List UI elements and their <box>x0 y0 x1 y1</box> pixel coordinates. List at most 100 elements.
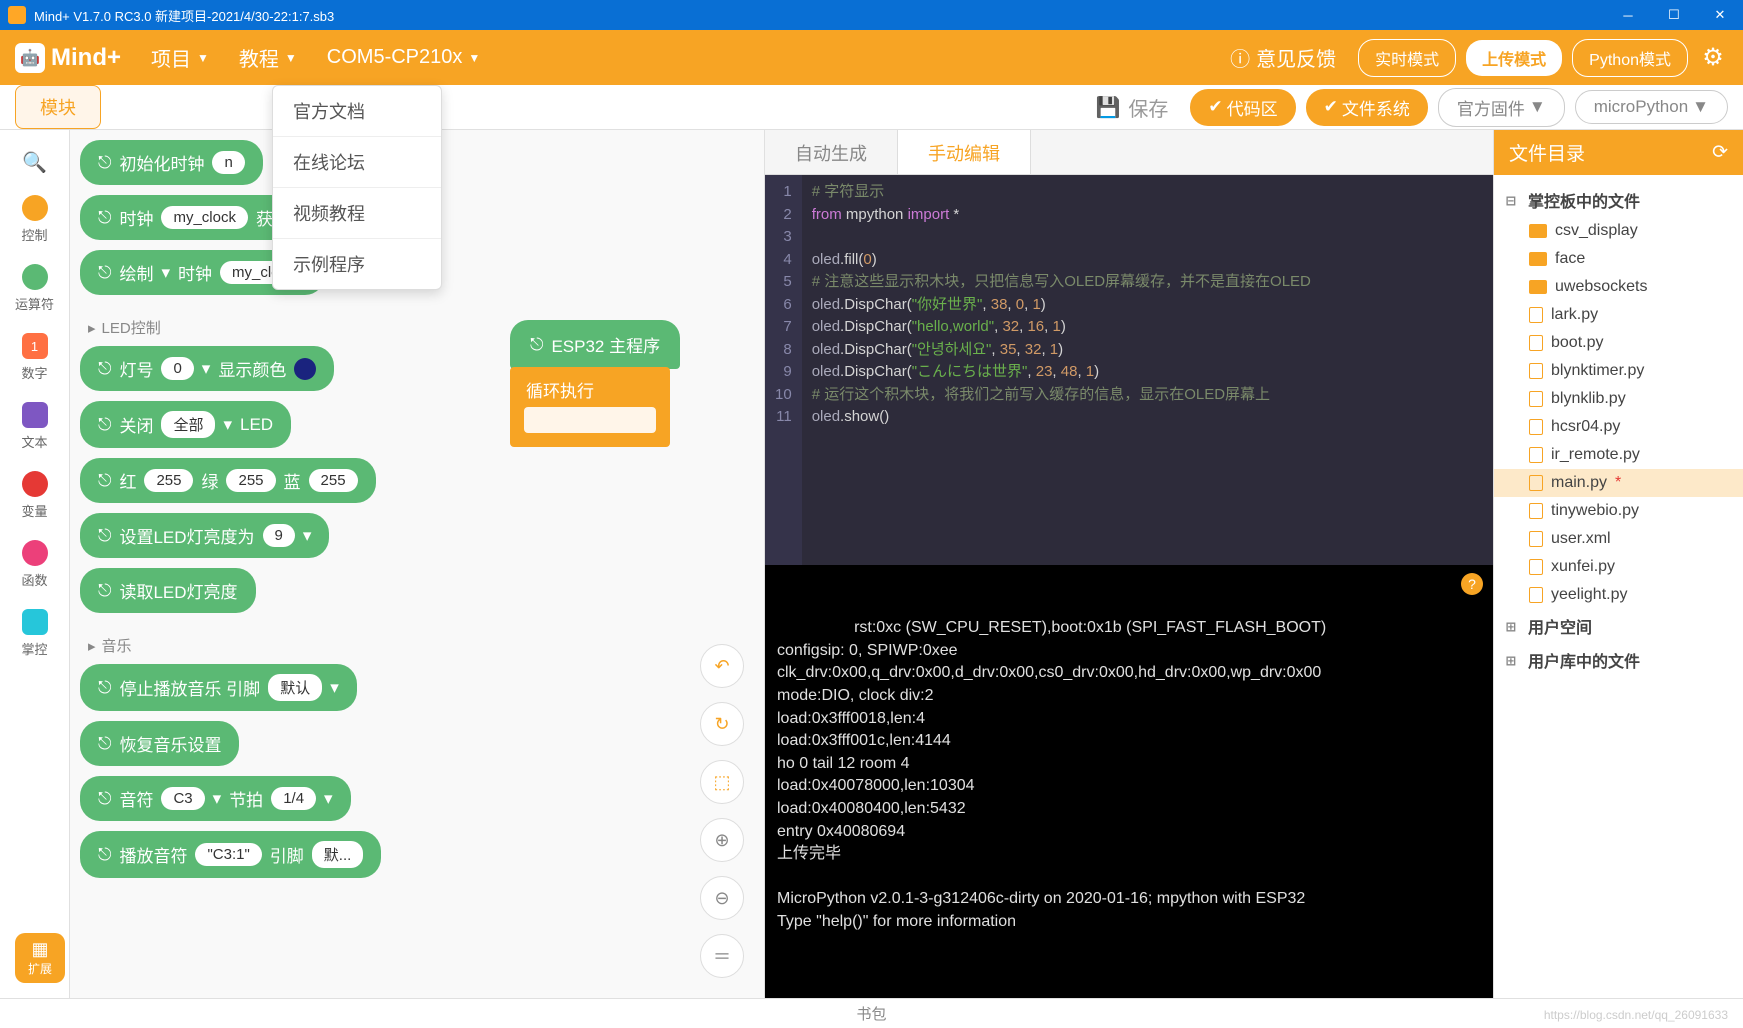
feedback-link[interactable]: ⓘ意见反馈 <box>1230 43 1336 72</box>
block-init-clock[interactable]: ⎋ 初始化时钟 n <box>80 140 263 185</box>
search-icon: 🔍 <box>22 150 47 175</box>
zoom-out-button[interactable]: ⊖ <box>700 876 744 920</box>
tree-file[interactable]: blynktimer.py <box>1494 357 1743 385</box>
loop-block[interactable]: 循环执行 <box>510 367 670 447</box>
block-set-brightness[interactable]: ⎋ 设置LED灯亮度为 9▾ <box>80 513 329 558</box>
info-icon: ⓘ <box>1230 43 1250 72</box>
canvas[interactable]: ⎋ ESP32 主程序 循环执行 <box>510 320 680 447</box>
save-icon: 💾 <box>1095 95 1120 120</box>
tab-manual[interactable]: 手动编辑 <box>898 130 1031 174</box>
mode-upload[interactable]: 上传模式 <box>1466 40 1562 76</box>
menu-project[interactable]: 项目▼ <box>151 43 209 72</box>
dropdown-forum[interactable]: 在线论坛 <box>273 137 441 188</box>
logo-icon: 🤖 <box>15 43 45 73</box>
terminal[interactable]: ? rst:0xc (SW_CPU_RESET),boot:0x1b (SPI_… <box>765 565 1493 998</box>
titlebar-text: Mind+ V1.7.0 RC3.0 新建项目-2021/4/30-22:1:7… <box>34 6 1605 25</box>
tree-file[interactable]: main.py * <box>1494 469 1743 497</box>
block-led-num[interactable]: ⎋ 灯号 0▾ 显示颜色 <box>80 346 334 391</box>
undo-button[interactable]: ↶ <box>700 644 744 688</box>
color-dot[interactable] <box>294 358 316 380</box>
code-lines[interactable]: # 字符显示 from mpython import * oled.fill(0… <box>802 175 1321 565</box>
file-panel: 文件目录 ⟳ ⊟ 掌控板中的文件csv_displayfaceuwebsocke… <box>1493 130 1743 998</box>
dropdown-video[interactable]: 视频教程 <box>273 188 441 239</box>
cat-functions[interactable]: 函数 <box>0 530 69 599</box>
category-bar: 🔍 控制 运算符 1数字 文本 变量 函数 掌控 <box>0 130 70 998</box>
close-button[interactable]: ✕ <box>1697 0 1743 30</box>
folder-icon <box>1529 252 1547 266</box>
runtime-select[interactable]: microPython▼ <box>1575 90 1728 124</box>
cat-board[interactable]: 掌控 <box>0 599 69 668</box>
block-read-brightness[interactable]: ⎋ 读取LED灯亮度 <box>80 568 256 613</box>
maximize-button[interactable]: ☐ <box>1651 0 1697 30</box>
tree-file[interactable]: boot.py <box>1494 329 1743 357</box>
cat-text[interactable]: 文本 <box>0 392 69 461</box>
tree-file[interactable]: tinywebio.py <box>1494 497 1743 525</box>
menubar: 🤖 Mind+ 项目▼ 教程▼ COM5-CP210x▼ ⓘ意见反馈 实时模式 … <box>0 30 1743 85</box>
tree-file[interactable]: blynklib.py <box>1494 385 1743 413</box>
zoom-in-button[interactable]: ⊕ <box>700 818 744 862</box>
right-panel: 自动生成 手动编辑 1234567891011 # 字符显示 from mpyt… <box>765 130 1743 998</box>
canvas-controls: ↶ ↻ ⬚ ⊕ ⊖ ＝ <box>700 644 744 978</box>
block-note[interactable]: ⎋ 音符 C3▾ 节拍 1/4▾ <box>80 776 351 821</box>
file-icon <box>1529 475 1543 491</box>
cat-number[interactable]: 1数字 <box>0 323 69 392</box>
terminal-help-icon[interactable]: ? <box>1461 573 1483 595</box>
extension-button[interactable]: ▦扩展 <box>15 933 65 983</box>
file-icon <box>1529 335 1543 351</box>
tree-file[interactable]: xunfei.py <box>1494 553 1743 581</box>
footer[interactable]: 书包 <box>0 998 1743 1028</box>
tree-file[interactable]: ir_remote.py <box>1494 441 1743 469</box>
block-stop-music[interactable]: ⎋ 停止播放音乐 引脚 默认▾ <box>80 664 357 711</box>
watermark: https://blog.csdn.net/qq_26091633 <box>1544 1008 1728 1022</box>
code-tabs: 自动生成 手动编辑 <box>765 130 1493 175</box>
redo-button[interactable]: ↻ <box>700 702 744 746</box>
file-icon <box>1529 587 1543 603</box>
block-play-note[interactable]: ⎋ 播放音符 "C3:1" 引脚 默... <box>80 831 381 878</box>
tree-root[interactable]: ⊟ 掌控板中的文件 <box>1494 183 1743 217</box>
menu-port[interactable]: COM5-CP210x▼ <box>327 46 481 69</box>
cat-operators[interactable]: 运算符 <box>0 254 69 323</box>
tree-file[interactable]: hcsr04.py <box>1494 413 1743 441</box>
mode-python[interactable]: Python模式 <box>1572 39 1688 77</box>
settings-icon[interactable]: ⚙ <box>1698 43 1728 73</box>
tree-userspace[interactable]: ⊞ 用户空间 <box>1494 609 1743 643</box>
tree-userlib[interactable]: ⊞ 用户库中的文件 <box>1494 643 1743 677</box>
tree-folder[interactable]: face <box>1494 245 1743 273</box>
file-panel-header: 文件目录 ⟳ <box>1494 130 1743 175</box>
dropdown-docs[interactable]: 官方文档 <box>273 86 441 137</box>
cat-control[interactable]: 控制 <box>0 185 69 254</box>
menu-tutorial[interactable]: 教程▼ <box>239 43 297 72</box>
tree-file[interactable]: yeelight.py <box>1494 581 1743 609</box>
tab-blocks[interactable]: 模块 <box>15 85 101 129</box>
file-icon <box>1529 419 1543 435</box>
logo: 🤖 Mind+ <box>15 43 121 73</box>
refresh-icon[interactable]: ⟳ <box>1712 141 1728 164</box>
folder-icon <box>1529 224 1547 238</box>
code-editor[interactable]: 1234567891011 # 字符显示 from mpython import… <box>765 175 1493 565</box>
block-close-led[interactable]: ⎋ 关闭 全部▾ LED <box>80 401 291 448</box>
code-area-button[interactable]: ✔代码区 <box>1190 89 1295 126</box>
tree-file[interactable]: user.xml <box>1494 525 1743 553</box>
toolbar: 模块 💾保存 ✔代码区 ✔文件系统 官方固件▼ microPython▼ <box>0 85 1743 130</box>
cat-search[interactable]: 🔍 <box>0 140 69 185</box>
tutorial-dropdown: 官方文档 在线论坛 视频教程 示例程序 <box>272 85 442 290</box>
tree-file[interactable]: lark.py <box>1494 301 1743 329</box>
code-panel: 自动生成 手动编辑 1234567891011 # 字符显示 from mpyt… <box>765 130 1493 998</box>
cat-variables[interactable]: 变量 <box>0 461 69 530</box>
dropdown-examples[interactable]: 示例程序 <box>273 239 441 289</box>
block-reset-music[interactable]: ⎋ 恢复音乐设置 <box>80 721 239 766</box>
tree-folder[interactable]: csv_display <box>1494 217 1743 245</box>
mode-realtime[interactable]: 实时模式 <box>1358 39 1456 77</box>
block-rgb[interactable]: ⎋ 红 255 绿 255 蓝 255 <box>80 458 376 503</box>
tab-auto[interactable]: 自动生成 <box>765 130 898 174</box>
hat-block[interactable]: ⎋ ESP32 主程序 <box>510 320 680 369</box>
folder-icon <box>1529 280 1547 294</box>
save-button[interactable]: 💾保存 <box>1083 89 1180 126</box>
crop-button[interactable]: ⬚ <box>700 760 744 804</box>
section-music: ▸ 音乐 <box>88 635 754 656</box>
tree-folder[interactable]: uwebsockets <box>1494 273 1743 301</box>
zoom-reset-button[interactable]: ＝ <box>700 934 744 978</box>
firmware-select[interactable]: 官方固件▼ <box>1438 88 1565 127</box>
filesystem-button[interactable]: ✔文件系统 <box>1306 89 1428 126</box>
minimize-button[interactable]: ─ <box>1605 0 1651 30</box>
